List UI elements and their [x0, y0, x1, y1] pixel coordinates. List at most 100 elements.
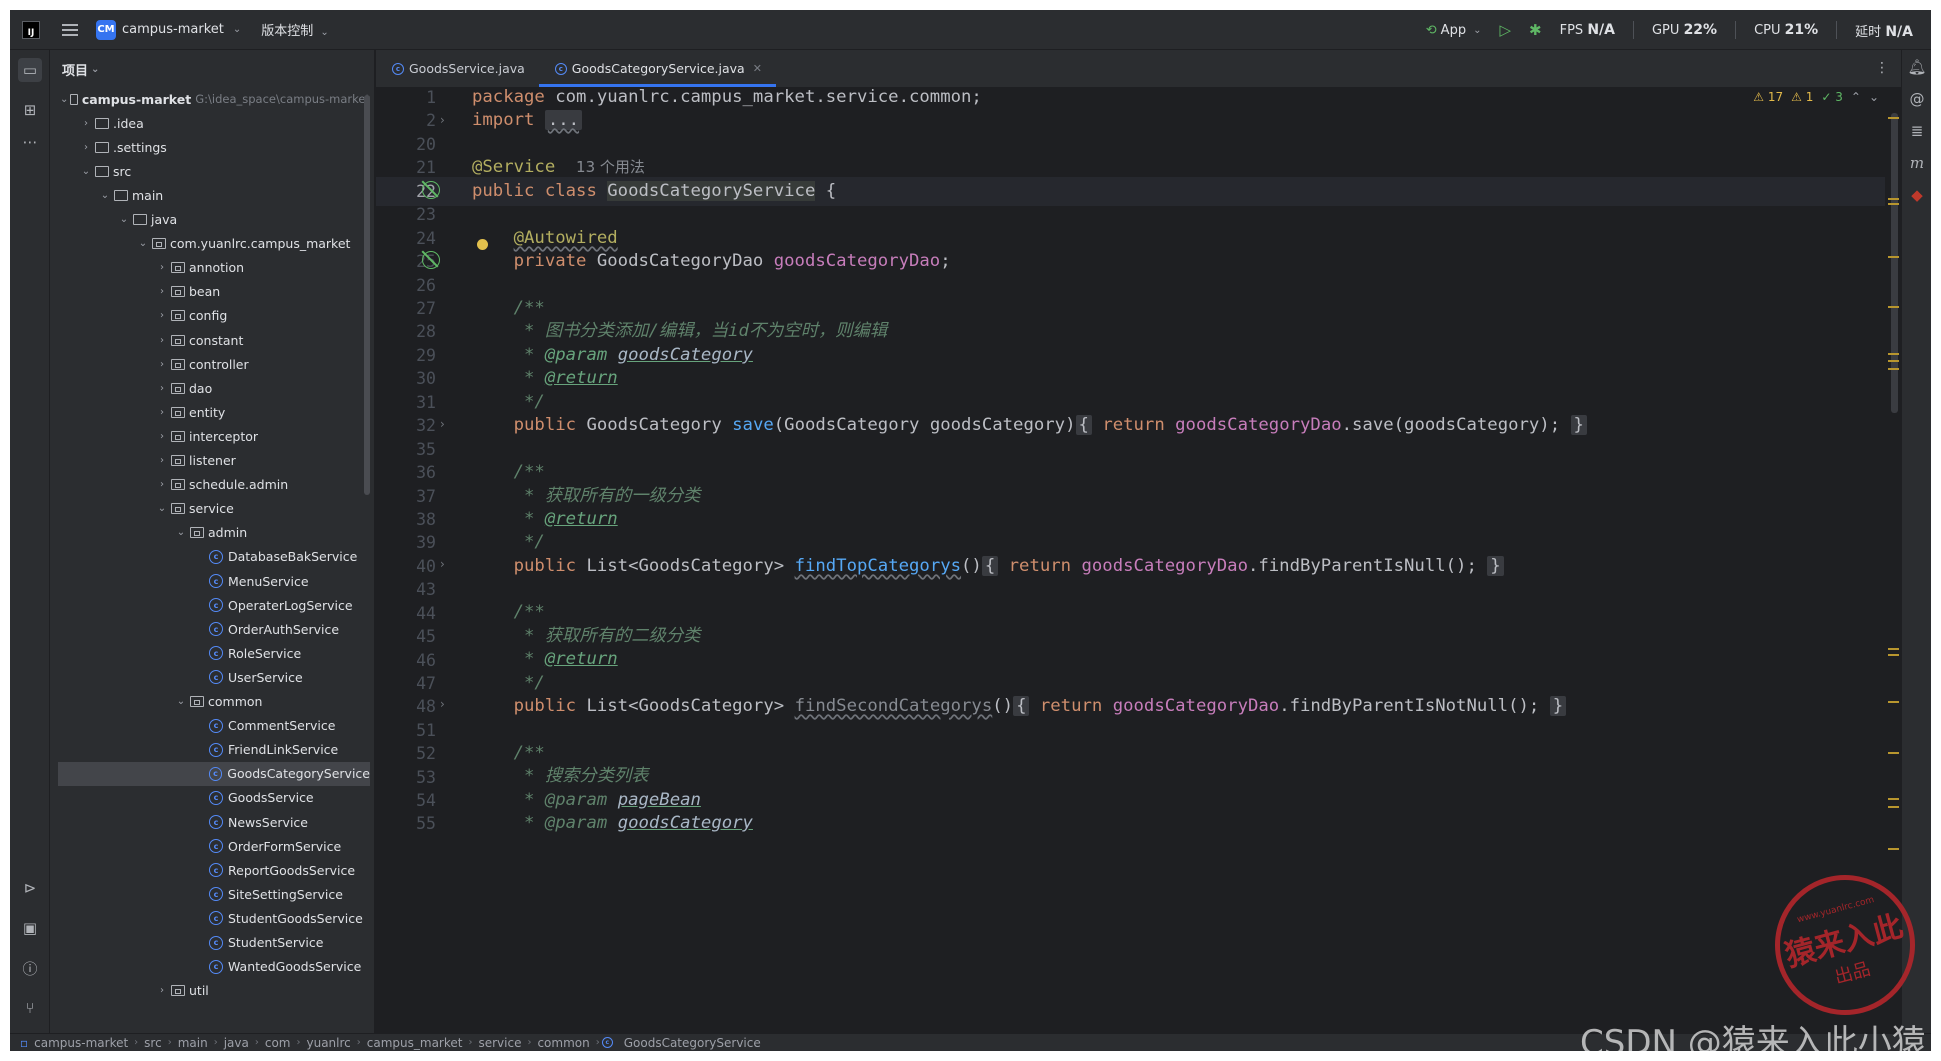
chevron-right-icon[interactable]: ›	[155, 286, 169, 297]
line-number[interactable]: 40	[376, 557, 436, 576]
line-number[interactable]: 28	[376, 322, 436, 341]
line-number[interactable]: 45	[376, 627, 436, 646]
chevron-down-icon[interactable]: ⌄	[98, 190, 112, 201]
inspection-widget[interactable]: ⚠ 17 ⚠ 1 ✓ 3 ⌃ ⌄	[1753, 90, 1879, 104]
chevron-down-icon[interactable]: ⌄	[117, 214, 131, 225]
tree-item-folder[interactable]: › util	[50, 979, 370, 1003]
tree-item-folder[interactable]: › interceptor	[50, 424, 370, 448]
tree-item-class[interactable]: c DatabaseBakService	[50, 545, 370, 569]
line-number[interactable]: 2	[376, 111, 436, 130]
tab-goods-service[interactable]: c GoodsService.java	[376, 50, 539, 87]
tree-item-class[interactable]: c ReportGoodsService	[50, 858, 370, 882]
project-panel-header[interactable]: 项目 ⌄	[50, 50, 374, 88]
breadcrumb-item[interactable]: main	[178, 1036, 208, 1050]
warning-marker[interactable]	[1888, 798, 1899, 800]
project-scrollbar[interactable]	[364, 95, 370, 495]
tree-item-folder[interactable]: › schedule.admin	[50, 473, 370, 497]
line-number[interactable]: 52	[376, 744, 436, 763]
line-number[interactable]: 1	[376, 88, 436, 107]
tree-item-class[interactable]: c RoleService	[50, 641, 370, 665]
chevron-down-icon[interactable]: ⌄	[155, 503, 169, 514]
tree-item-folder[interactable]: › entity	[50, 400, 370, 424]
line-number[interactable]: 26	[376, 276, 436, 295]
chevron-right-icon[interactable]: ›	[155, 262, 169, 273]
warning-marker[interactable]	[1888, 198, 1899, 200]
implemented-bean-icon[interactable]	[422, 181, 440, 199]
debug-icon[interactable]: ✱	[1529, 21, 1542, 39]
warning-marker[interactable]	[1888, 701, 1899, 703]
tree-item-folder[interactable]: › dao	[50, 376, 370, 400]
chevron-down-icon[interactable]: ⌄	[174, 527, 188, 538]
tree-item-class[interactable]: c WantedGoodsService	[50, 955, 370, 979]
plugin-icon[interactable]: ◆	[1907, 186, 1927, 204]
tree-item-class[interactable]: c FriendLinkService	[50, 738, 370, 762]
tree-item-class[interactable]: c StudentService	[50, 931, 370, 955]
breadcrumb-item[interactable]: yuanlrc	[306, 1036, 350, 1050]
chevron-right-icon[interactable]: ›	[155, 479, 169, 490]
terminal-icon[interactable]: ▣	[18, 916, 42, 940]
fold-chevron-icon[interactable]: ›	[440, 113, 445, 127]
tree-item-class[interactable]: c UserService	[50, 665, 370, 689]
vcs-menu[interactable]: 版本控制 ⌄	[261, 20, 329, 39]
chevron-right-icon[interactable]: ›	[155, 985, 169, 996]
run-config-selector[interactable]: ⟲ App ⌄	[1426, 23, 1482, 38]
chevron-up-icon[interactable]: ⌃	[1851, 90, 1861, 104]
line-number[interactable]: 32	[376, 416, 436, 435]
tree-item-class[interactable]: c StudentGoodsService	[50, 906, 370, 930]
line-number[interactable]: 53	[376, 768, 436, 787]
folded-body-open[interactable]: {	[1075, 415, 1092, 435]
folded-body-open[interactable]: {	[1013, 696, 1030, 716]
chevron-right-icon[interactable]: ›	[155, 310, 169, 321]
more-icon[interactable]: ⋯	[18, 130, 42, 154]
line-number[interactable]: 21	[376, 158, 436, 177]
breadcrumb-item[interactable]: com	[265, 1036, 291, 1050]
tree-item-folder[interactable]: › listener	[50, 449, 370, 473]
maven-icon[interactable]: m	[1907, 154, 1927, 172]
fold-chevron-icon[interactable]: ›	[440, 697, 445, 711]
structure-icon[interactable]: ⊞	[18, 98, 42, 122]
tree-item-folder[interactable]: ⌄ service	[50, 497, 370, 521]
fold-chevron-icon[interactable]: ›	[440, 557, 445, 571]
line-number[interactable]: 48	[376, 697, 436, 716]
breadcrumb-item[interactable]: service	[478, 1036, 521, 1050]
folded-imports[interactable]: ...	[544, 110, 583, 130]
services-icon[interactable]: ⊳	[18, 876, 42, 900]
tree-item-class[interactable]: c OperaterLogService	[50, 593, 370, 617]
line-number[interactable]: 29	[376, 346, 436, 365]
tree-item-class[interactable]: c MenuService	[50, 569, 370, 593]
autowired-bean-icon[interactable]	[422, 251, 440, 269]
folder-icon[interactable]: ▭	[18, 58, 42, 82]
usages-hint[interactable]: 13 个用法	[576, 158, 645, 176]
ai-assistant-icon[interactable]: @	[1907, 90, 1927, 108]
line-number[interactable]: 51	[376, 721, 436, 740]
warning-marker[interactable]	[1888, 117, 1899, 119]
warning-marker[interactable]	[1888, 360, 1899, 362]
lightbulb-icon[interactable]	[477, 239, 488, 250]
warning-marker[interactable]	[1888, 203, 1899, 205]
chevron-down-icon[interactable]: ⌄	[174, 696, 188, 707]
folded-body-close[interactable]: }	[1549, 696, 1567, 716]
chevron-right-icon[interactable]: ›	[155, 431, 169, 442]
run-icon[interactable]: ▷	[1499, 21, 1511, 39]
warning-marker[interactable]	[1888, 654, 1899, 656]
more-icon[interactable]: ⋮	[1875, 60, 1889, 76]
folded-body-close[interactable]: }	[1487, 556, 1504, 576]
line-number[interactable]: 54	[376, 791, 436, 810]
tree-item-folder[interactable]: ⌄ common	[50, 690, 370, 714]
tree-root[interactable]: ⌄ campus-market G:\idea_space\campus-mar…	[50, 87, 370, 111]
chevron-right-icon[interactable]: ›	[79, 118, 93, 129]
intellij-logo-icon[interactable]: IJ	[22, 20, 40, 39]
tree-item-class[interactable]: c NewsService	[50, 810, 370, 834]
folded-body-open[interactable]: {	[981, 556, 999, 576]
tree-item-folder[interactable]: › bean	[50, 280, 370, 304]
tree-item-folder[interactable]: › config	[50, 304, 370, 328]
line-number[interactable]: 46	[376, 651, 436, 670]
project-switcher[interactable]: CM campus-market ⌄	[96, 19, 241, 40]
tree-item-folder[interactable]: › .idea	[50, 111, 370, 135]
line-number[interactable]: 20	[376, 135, 436, 154]
tree-item-class[interactable]: c GoodsService	[50, 786, 370, 810]
tree-item-class[interactable]: c SiteSettingService	[50, 882, 370, 906]
tree-item-folder[interactable]: › annotion	[50, 256, 370, 280]
line-number[interactable]: 43	[376, 580, 436, 599]
close-icon[interactable]: ✕	[753, 62, 762, 75]
